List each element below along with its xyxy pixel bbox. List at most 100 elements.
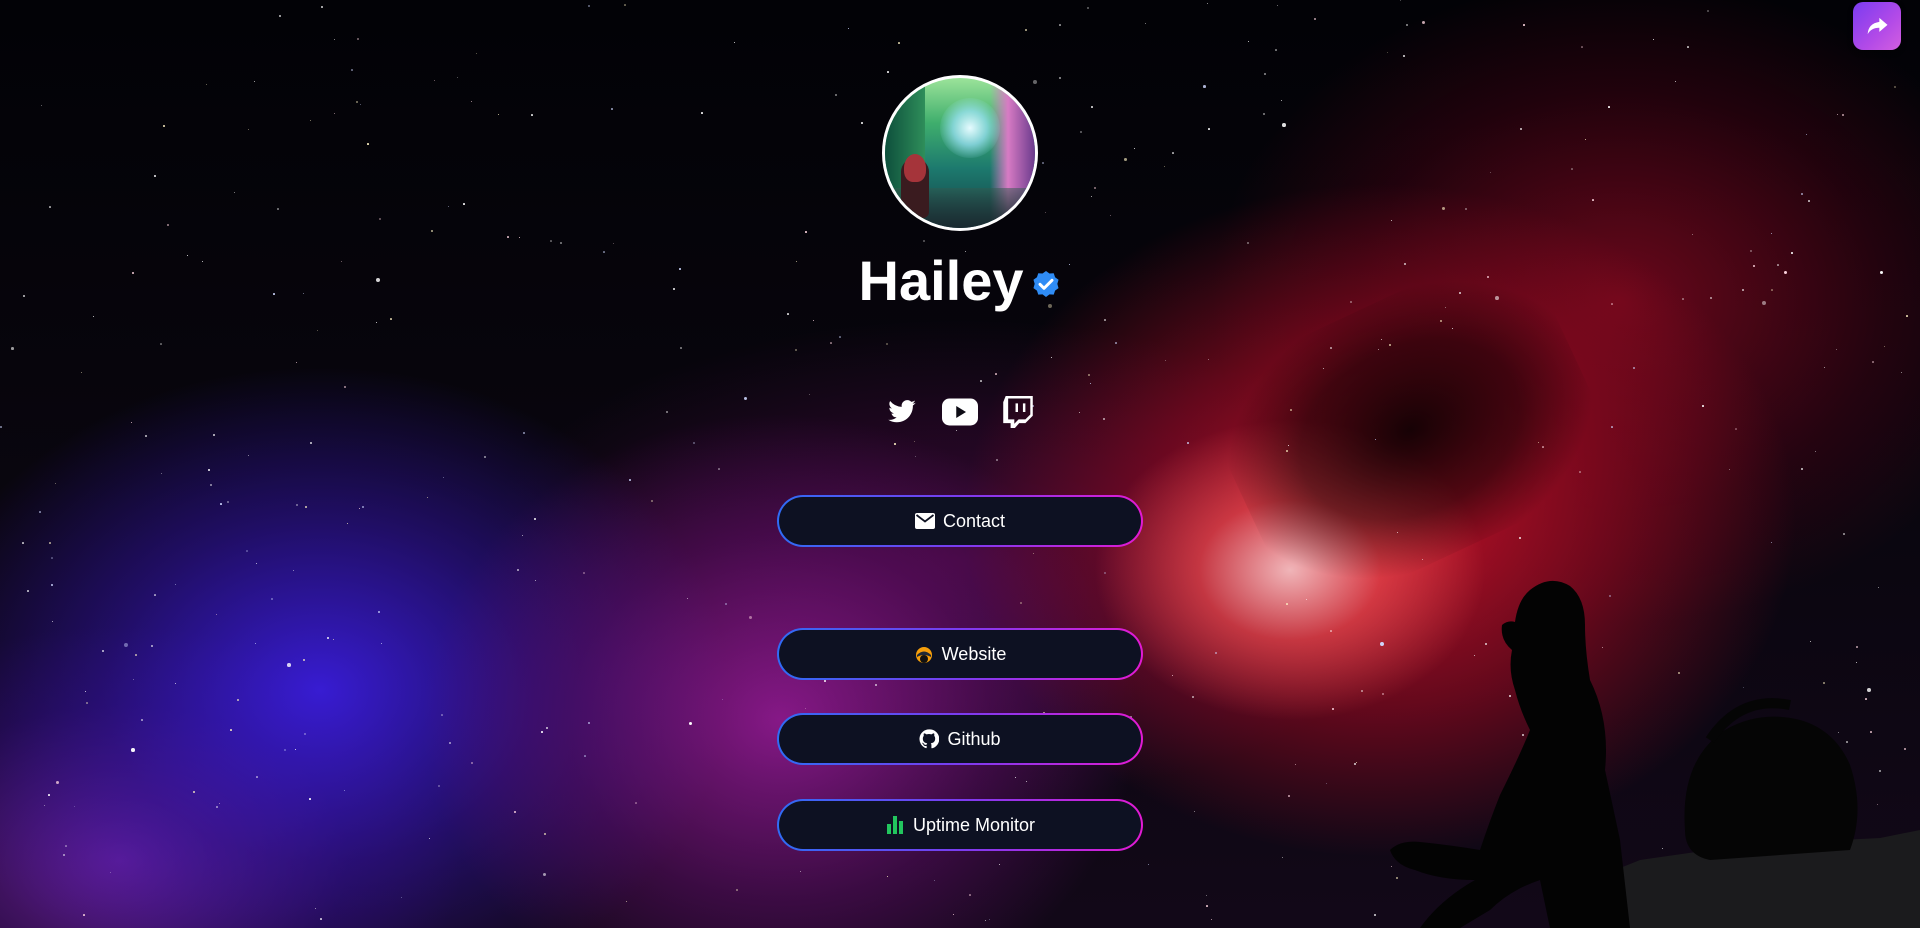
- star: [237, 699, 239, 701]
- youtube-icon: [942, 398, 978, 426]
- uptime-monitor-button[interactable]: Uptime Monitor: [777, 799, 1143, 851]
- star: [1104, 572, 1107, 575]
- youtube-link[interactable]: [941, 393, 979, 431]
- star: [805, 708, 807, 710]
- star: [22, 542, 24, 544]
- star: [629, 479, 631, 481]
- star: [1282, 857, 1284, 859]
- star: [362, 506, 365, 509]
- star: [934, 880, 936, 882]
- star: [824, 680, 826, 682]
- star: [999, 864, 1001, 866]
- star: [1538, 442, 1540, 444]
- star: [51, 584, 54, 587]
- star: [27, 590, 29, 592]
- star: [141, 719, 144, 722]
- star: [953, 914, 955, 916]
- star: [996, 459, 999, 462]
- star: [1356, 762, 1358, 764]
- star: [1275, 49, 1277, 51]
- twitch-link[interactable]: [999, 393, 1037, 431]
- star: [1326, 783, 1328, 785]
- star: [1397, 532, 1399, 534]
- star: [1286, 603, 1288, 605]
- star: [800, 871, 802, 873]
- star: [86, 702, 88, 704]
- star: [303, 659, 305, 661]
- star: [210, 484, 212, 486]
- star: [443, 477, 445, 479]
- website-button[interactable]: Website: [777, 628, 1143, 680]
- star: [1687, 46, 1689, 48]
- star: [284, 749, 286, 751]
- star: [725, 603, 727, 605]
- star: [295, 749, 297, 751]
- star: [344, 790, 346, 792]
- star: [1288, 795, 1290, 797]
- star: [1306, 599, 1308, 601]
- star: [381, 643, 383, 645]
- star: [626, 901, 628, 903]
- star: [1330, 630, 1332, 632]
- share-button[interactable]: [1853, 2, 1901, 50]
- star: [584, 755, 586, 757]
- avatar: [882, 75, 1038, 231]
- star: [279, 15, 281, 17]
- twitter-link[interactable]: [883, 393, 921, 431]
- contact-button[interactable]: Contact: [777, 495, 1143, 547]
- star: [248, 455, 250, 457]
- star: [693, 442, 696, 445]
- star: [1211, 919, 1213, 921]
- star: [110, 872, 112, 874]
- github-button[interactable]: Github: [777, 713, 1143, 765]
- star: [736, 889, 738, 891]
- star: [484, 456, 487, 459]
- star: [441, 714, 443, 716]
- star: [471, 762, 474, 765]
- verified-badge-icon: [1032, 271, 1059, 297]
- star: [1215, 652, 1218, 655]
- silhouette-illustration: [1390, 580, 1920, 928]
- star: [624, 4, 626, 6]
- star: [305, 506, 308, 509]
- profile-name: Hailey: [858, 249, 1024, 312]
- twitch-icon: [1003, 396, 1033, 428]
- star: [1087, 7, 1090, 10]
- star: [915, 456, 917, 458]
- github-icon: [919, 729, 940, 749]
- star: [534, 518, 536, 520]
- star: [44, 805, 46, 807]
- star: [1026, 781, 1028, 783]
- star: [1206, 895, 1207, 896]
- star: [1286, 450, 1288, 452]
- star: [315, 908, 317, 910]
- uptime-monitor-button-label: Uptime Monitor: [912, 814, 1036, 835]
- contact-button-label: Contact: [942, 510, 1006, 531]
- star: [1295, 764, 1297, 766]
- name-row: Hailey: [859, 249, 1062, 313]
- star: [48, 794, 50, 796]
- star: [208, 469, 210, 471]
- star: [256, 563, 257, 564]
- star: [651, 500, 653, 502]
- star: [1406, 24, 1409, 27]
- star: [161, 473, 163, 475]
- star: [1314, 18, 1316, 20]
- website-logo-icon: [915, 647, 932, 663]
- star: [894, 443, 896, 445]
- star: [1059, 24, 1061, 26]
- star: [227, 501, 230, 504]
- star: [246, 550, 248, 552]
- share-icon: [1867, 17, 1888, 35]
- star: [219, 803, 221, 805]
- star: [722, 699, 724, 701]
- star: [546, 727, 549, 730]
- star: [83, 914, 85, 916]
- star: [689, 722, 693, 726]
- star: [321, 6, 323, 8]
- star: [1172, 675, 1174, 677]
- star: [517, 569, 520, 572]
- star: [635, 802, 637, 804]
- star: [175, 584, 177, 586]
- star: [875, 684, 877, 686]
